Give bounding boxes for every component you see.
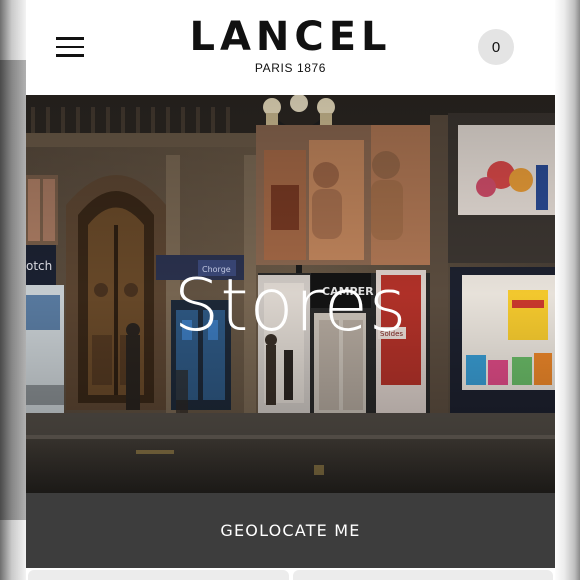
store-card[interactable] — [28, 570, 289, 580]
brand-logo[interactable]: LANCEL PARIS 1876 — [26, 14, 555, 76]
store-card[interactable] — [293, 570, 553, 580]
store-list-peek — [26, 568, 555, 580]
geolocate-label: GEOLOCATE ME — [220, 521, 361, 540]
site-header: LANCEL PARIS 1876 0 — [26, 0, 555, 95]
page-title: Stores — [173, 263, 408, 347]
geolocate-button[interactable]: GEOLOCATE ME — [26, 493, 555, 568]
page-edge-shadow — [0, 60, 26, 520]
cart-button[interactable]: 0 — [478, 29, 514, 65]
cart-count: 0 — [491, 38, 501, 56]
page-edge-right — [554, 0, 580, 580]
brand-name: LANCEL — [189, 14, 392, 60]
brand-subtitle: PARIS 1876 — [254, 61, 327, 75]
hero-banner: otch Chorge — [26, 95, 555, 493]
mobile-viewport: LANCEL PARIS 1876 0 Stores GEOLOCATE ME — [26, 0, 555, 580]
